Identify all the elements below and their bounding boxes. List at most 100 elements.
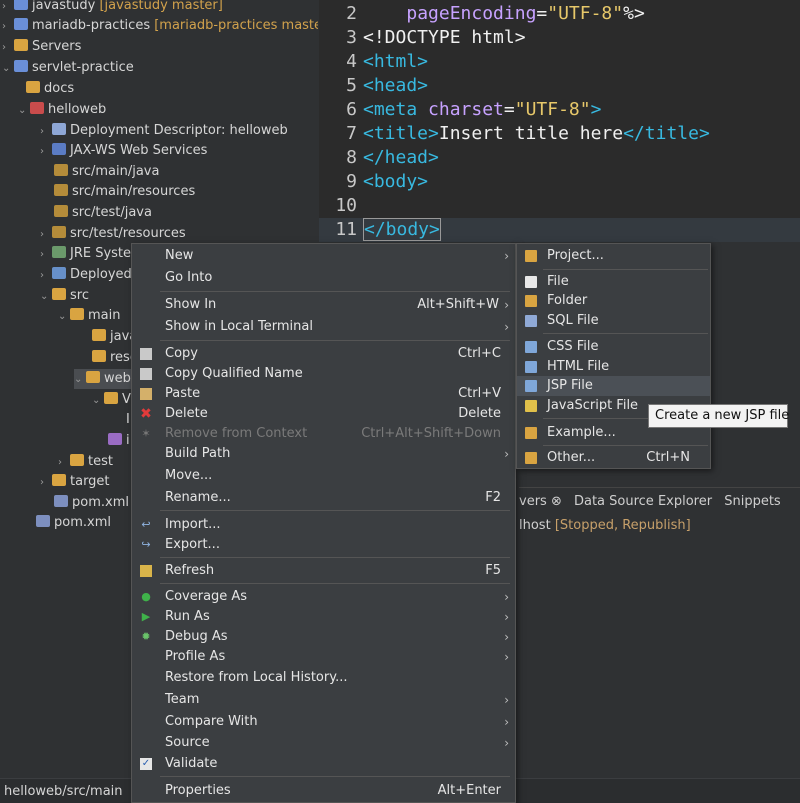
new-file-icon xyxy=(525,276,537,288)
chevron-right-icon[interactable]: › xyxy=(40,266,52,286)
tree-item-helloweb[interactable]: ⌄ helloweb xyxy=(18,100,106,120)
tree-item-javastudy[interactable]: › javastudy [javastudy master] xyxy=(2,0,223,16)
server-row[interactable]: lhost [Stopped, Republish] xyxy=(519,516,800,536)
tree-item-docs[interactable]: docs xyxy=(26,79,74,99)
menu-item-go-into[interactable]: Go Into xyxy=(132,268,515,288)
tree-item-pom-servlet[interactable]: pom.xml xyxy=(36,513,111,533)
menu-item-copy[interactable]: Copy Ctrl+C xyxy=(132,344,515,364)
tab-snippets[interactable]: Snippets xyxy=(724,488,788,516)
menu-item-run-as[interactable]: ▶ Run As › xyxy=(132,607,515,627)
tree-item-src-main-resources[interactable]: src/main/resources xyxy=(54,182,195,202)
new-folder-icon xyxy=(525,295,537,307)
code-line: 6 <meta charset="UTF-8"> xyxy=(346,99,602,120)
tree-item-target[interactable]: › target xyxy=(40,472,110,492)
tree-item-src-test-java[interactable]: src/test/java xyxy=(54,203,152,223)
submenu-item-folder[interactable]: Folder xyxy=(517,291,710,311)
submenu-item-file[interactable]: File xyxy=(517,272,710,292)
menu-item-paste[interactable]: Paste Ctrl+V xyxy=(132,384,515,404)
chevron-right-icon[interactable]: › xyxy=(40,245,52,265)
menu-item-show-in[interactable]: Show In Alt+Shift+W › xyxy=(132,295,515,315)
menu-item-new[interactable]: New › xyxy=(132,246,515,266)
menu-item-source[interactable]: Source › xyxy=(132,733,515,753)
export-icon: ↪ xyxy=(141,538,151,551)
menu-item-rename[interactable]: Rename... F2 xyxy=(132,488,515,508)
submenu-item-sql-file[interactable]: SQL File xyxy=(517,311,710,331)
submenu-item-jsp-file[interactable]: JSP File xyxy=(517,376,710,396)
tab-servers[interactable]: vers ⊗ xyxy=(519,488,570,516)
tree-item-servlet-practice[interactable]: ⌄ servlet-practice xyxy=(2,58,134,78)
tree-item-index-jsp[interactable]: i xyxy=(108,431,130,451)
chevron-down-icon[interactable]: ⌄ xyxy=(18,101,30,121)
run-icon: ▶ xyxy=(141,610,151,623)
chevron-right-icon: › xyxy=(504,320,509,334)
chevron-down-icon[interactable]: ⌄ xyxy=(92,391,104,411)
tree-item-src[interactable]: ⌄ src xyxy=(40,286,89,306)
chevron-down-icon[interactable]: ⌄ xyxy=(40,287,52,307)
chevron-down-icon[interactable]: ⌄ xyxy=(74,370,86,390)
chevron-right-icon: › xyxy=(504,693,509,707)
chevron-right-icon: › xyxy=(504,715,509,729)
menu-separator xyxy=(160,583,510,584)
submenu-item-html-file[interactable]: HTML File xyxy=(517,357,710,377)
chevron-right-icon[interactable]: › xyxy=(58,453,70,473)
jsp-file-icon xyxy=(108,433,122,445)
tree-item-src-test-resources[interactable]: › src/test/resources xyxy=(40,224,186,244)
chevron-right-icon: › xyxy=(504,590,509,604)
tree-item-servers[interactable]: › Servers xyxy=(2,37,81,57)
chevron-right-icon[interactable]: › xyxy=(2,17,14,37)
chevron-right-icon[interactable]: › xyxy=(40,142,52,162)
tab-data-source-explorer[interactable]: Data Source Explorer xyxy=(574,488,720,516)
css-file-icon xyxy=(525,341,537,353)
chevron-right-icon[interactable]: › xyxy=(40,473,52,493)
chevron-right-icon[interactable]: › xyxy=(40,225,52,245)
tree-item-src-main-java[interactable]: src/main/java xyxy=(54,162,159,182)
menu-item-show-in-terminal[interactable]: Show in Local Terminal › xyxy=(132,317,515,337)
chevron-right-icon[interactable]: › xyxy=(40,122,52,142)
example-icon xyxy=(525,427,537,439)
code-line: 5 <head> xyxy=(346,75,429,96)
tree-item-pom-helloweb[interactable]: pom.xml xyxy=(54,493,129,513)
menu-item-delete[interactable]: ✖ Delete Delete xyxy=(132,404,515,424)
tree-item-jre-system[interactable]: › JRE System xyxy=(40,244,144,264)
chevron-right-icon[interactable]: › xyxy=(2,0,14,17)
menu-item-refresh[interactable]: Refresh F5 xyxy=(132,561,515,581)
tree-item-jaxws[interactable]: › JAX-WS Web Services xyxy=(40,141,207,161)
menu-item-import[interactable]: ↩ Import... xyxy=(132,515,515,535)
menu-item-debug-as[interactable]: ✹ Debug As › xyxy=(132,627,515,647)
chevron-down-icon[interactable]: ⌄ xyxy=(58,307,70,327)
tree-item-main[interactable]: ⌄ main xyxy=(58,306,120,326)
menu-item-copy-qualified-name[interactable]: Copy Qualified Name xyxy=(132,364,515,384)
menu-item-compare-with[interactable]: Compare With › xyxy=(132,712,515,732)
submenu-item-project[interactable]: Project... xyxy=(517,246,710,266)
menu-item-restore-history[interactable]: Restore from Local History... xyxy=(132,668,515,688)
checkbox-checked-icon[interactable]: ✓ xyxy=(140,758,152,770)
tree-item-webinf[interactable]: ⌄ V xyxy=(92,390,131,410)
submenu-item-other[interactable]: Other... Ctrl+N xyxy=(517,448,710,468)
refresh-icon xyxy=(140,565,152,577)
menu-item-profile-as[interactable]: Profile As › xyxy=(132,647,515,667)
tree-item-mariadb-practices[interactable]: › mariadb-practices [mariadb-practices ma… xyxy=(2,16,318,36)
code-editor[interactable]: 2 pageEncoding="UTF-8"%> 3 <!DOCTYPE html… xyxy=(319,0,800,242)
folder-icon xyxy=(92,329,106,341)
folder-icon xyxy=(70,454,84,466)
menu-item-properties[interactable]: Properties Alt+Enter xyxy=(132,781,515,801)
tree-item-lib[interactable]: I xyxy=(126,410,130,430)
new-project-icon xyxy=(525,250,537,262)
chevron-down-icon[interactable]: ⌄ xyxy=(2,59,14,79)
menu-item-coverage-as[interactable]: ● Coverage As › xyxy=(132,587,515,607)
menu-item-move[interactable]: Move... xyxy=(132,466,515,486)
tree-item-deployed[interactable]: › Deployed xyxy=(40,265,132,285)
menu-item-build-path[interactable]: Build Path › xyxy=(132,444,515,464)
submenu-item-css-file[interactable]: CSS File xyxy=(517,337,710,357)
menu-item-validate[interactable]: ✓ Validate xyxy=(132,754,515,774)
menu-item-export[interactable]: ↪ Export... xyxy=(132,535,515,555)
chevron-right-icon[interactable]: › xyxy=(2,38,14,58)
folder-icon xyxy=(70,308,84,320)
menu-item-remove-from-context[interactable]: ✶ Remove from Context Ctrl+Alt+Shift+Down xyxy=(132,424,515,444)
tree-item-webapp[interactable]: ⌄ web xyxy=(74,369,134,389)
menu-item-team[interactable]: Team › xyxy=(132,690,515,710)
tree-item-deployment-descriptor[interactable]: › Deployment Descriptor: helloweb xyxy=(40,121,288,141)
project-icon xyxy=(14,60,28,72)
folder-icon xyxy=(26,81,40,93)
tree-item-test[interactable]: › test xyxy=(58,452,113,472)
